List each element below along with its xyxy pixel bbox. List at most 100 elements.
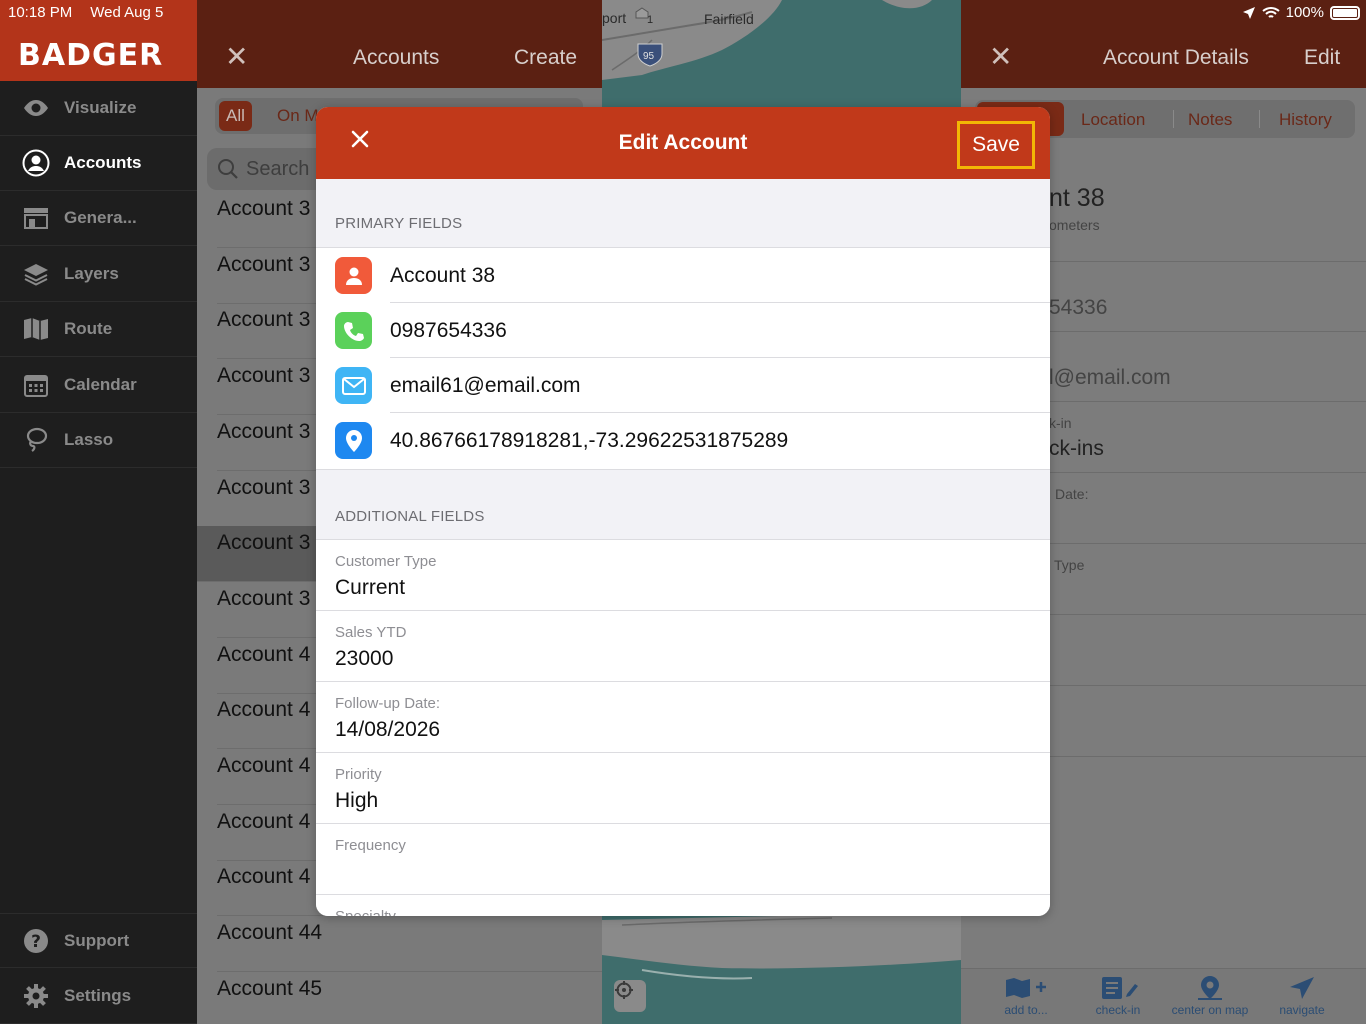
account-list-item-label: Account 3 bbox=[217, 420, 311, 443]
sidebar-item-label: Genera... bbox=[64, 208, 137, 227]
details-title: Account Details bbox=[1103, 46, 1249, 69]
details-toolbar: add to... check-in center on map navigat… bbox=[961, 968, 1366, 1024]
account-list-item-label: Account 4 bbox=[217, 810, 311, 833]
sidebar-item-label: Calendar bbox=[64, 375, 137, 394]
center-on-map-label: center on map bbox=[1171, 1003, 1249, 1017]
map-icon bbox=[21, 314, 51, 344]
locate-button[interactable] bbox=[614, 980, 646, 1012]
status-date: Wed Aug 5 bbox=[90, 4, 164, 21]
location-pin-icon bbox=[335, 422, 372, 459]
storefront-icon bbox=[21, 203, 51, 233]
account-list-item-label: Account 3 bbox=[217, 197, 311, 220]
center-on-map-button[interactable]: center on map bbox=[1165, 975, 1255, 1017]
create-button[interactable]: Create bbox=[514, 46, 577, 70]
navigate-arrow-icon bbox=[1290, 977, 1314, 999]
field-label: Follow-up Date: bbox=[335, 695, 441, 712]
phone-icon bbox=[335, 312, 372, 349]
note-pencil-icon bbox=[1102, 977, 1138, 999]
field-value: 14/08/2026 bbox=[335, 718, 441, 741]
account-list-item-label: Account 44 bbox=[217, 921, 323, 944]
check-in-button[interactable]: check-in bbox=[1073, 975, 1163, 1017]
phone-field[interactable]: 0987654336 bbox=[316, 303, 1050, 358]
search-icon bbox=[217, 158, 239, 185]
sidebar-item-general[interactable]: Genera... bbox=[0, 191, 197, 246]
status-indicators: 100% bbox=[1242, 4, 1360, 21]
account-list-item-label: Account 4 bbox=[217, 865, 311, 888]
field-value: 23000 bbox=[335, 647, 394, 670]
accounts-title: Accounts bbox=[353, 46, 440, 69]
account-list-item[interactable]: Account 45 bbox=[217, 972, 602, 1024]
account-list-item-label: Account 3 bbox=[217, 531, 311, 554]
tab-notes[interactable]: Notes bbox=[1188, 110, 1232, 130]
brand-bar: 10:18 PM Wed Aug 5 BADGER bbox=[0, 0, 197, 81]
question-icon: ? bbox=[21, 926, 51, 956]
search-placeholder: Search bbox=[246, 158, 310, 180]
frequency-field[interactable]: Frequency bbox=[316, 824, 1050, 895]
date-label: Date: bbox=[1055, 486, 1089, 502]
sidebar-item-route[interactable]: Route bbox=[0, 302, 197, 357]
accounts-header: ✕ Accounts Create bbox=[197, 0, 602, 88]
account-email: l@email.com bbox=[1049, 366, 1171, 389]
map-label: port bbox=[602, 10, 627, 26]
sidebar-item-visualize[interactable]: Visualize bbox=[0, 81, 197, 136]
follow-up-date-field[interactable]: Follow-up Date: 14/08/2026 bbox=[316, 682, 1050, 753]
modal-title: Edit Account bbox=[618, 131, 748, 154]
filter-all-button[interactable]: All bbox=[219, 101, 252, 131]
map-plus-icon bbox=[1006, 978, 1046, 998]
field-label: Customer Type bbox=[335, 553, 437, 570]
field-label: Specialty bbox=[335, 908, 396, 916]
map-label: Fairfield bbox=[704, 11, 754, 27]
sidebar-item-label: Support bbox=[64, 930, 130, 950]
sidebar-item-support[interactable]: ? Support bbox=[0, 913, 197, 968]
customer-type-field[interactable]: Customer Type Current bbox=[316, 540, 1050, 611]
field-label: Sales YTD bbox=[335, 624, 407, 641]
account-list-item-label: Account 3 bbox=[217, 476, 311, 499]
account-list-item-label: Account 3 bbox=[217, 364, 311, 387]
field-value: High bbox=[335, 789, 379, 812]
filter-on-map-button[interactable]: On M bbox=[277, 106, 319, 126]
location-field[interactable]: 40.86766178918281,-73.29622531875289 bbox=[316, 413, 1050, 468]
map-route-shield: 1 bbox=[647, 14, 654, 26]
email-field[interactable]: email61@email.com bbox=[316, 358, 1050, 413]
account-phone: 54336 bbox=[1049, 296, 1108, 319]
specialty-field[interactable]: Specialty bbox=[316, 895, 1050, 916]
sidebar: 10:18 PM Wed Aug 5 BADGER Visualize Accou… bbox=[0, 0, 197, 1024]
close-icon[interactable]: ✕ bbox=[225, 40, 248, 73]
navigate-label: navigate bbox=[1279, 1003, 1325, 1017]
contact-icon bbox=[335, 257, 372, 294]
sidebar-item-calendar[interactable]: Calendar bbox=[0, 358, 197, 413]
check-in-label: check-in bbox=[1095, 1003, 1141, 1017]
account-list-item[interactable]: Account 44 bbox=[217, 916, 602, 972]
lasso-icon bbox=[21, 425, 51, 455]
tab-history[interactable]: History bbox=[1279, 110, 1332, 130]
tab-location[interactable]: Location bbox=[1081, 110, 1145, 130]
sidebar-item-layers[interactable]: Layers bbox=[0, 247, 197, 302]
sidebar-item-settings[interactable]: Settings bbox=[0, 969, 197, 1024]
navigate-button[interactable]: navigate bbox=[1257, 975, 1347, 1017]
account-name-field[interactable]: Account 38 bbox=[316, 248, 1050, 303]
account-list-item-label: Account 4 bbox=[217, 643, 311, 666]
sidebar-item-lasso[interactable]: Lasso bbox=[0, 413, 197, 468]
primary-fields-group: Account 38 0987654336 email61@email.com … bbox=[316, 247, 1050, 470]
save-button[interactable]: Save bbox=[957, 121, 1035, 169]
priority-field[interactable]: Priority High bbox=[316, 753, 1050, 824]
edit-account-modal: Edit Account Save PRIMARY FIELDS Account… bbox=[316, 107, 1050, 916]
crosshair-icon bbox=[615, 981, 633, 999]
battery-percent: 100% bbox=[1285, 4, 1324, 21]
layers-icon bbox=[21, 259, 51, 289]
phone-value: 0987654336 bbox=[390, 319, 507, 342]
field-label: Priority bbox=[335, 766, 382, 783]
modal-header: Edit Account Save bbox=[316, 107, 1050, 179]
edit-button[interactable]: Edit bbox=[1304, 46, 1340, 70]
add-to-label: add to... bbox=[1004, 1003, 1048, 1017]
sidebar-item-accounts[interactable]: Accounts bbox=[0, 136, 197, 191]
location-arrow-icon bbox=[1242, 6, 1255, 19]
sales-ytd-field[interactable]: Sales YTD 23000 bbox=[316, 611, 1050, 682]
account-list-item-label: Account 3 bbox=[217, 308, 311, 331]
battery-icon bbox=[1330, 5, 1360, 20]
account-list-item-label: Account 4 bbox=[217, 698, 311, 721]
additional-fields-header: ADDITIONAL FIELDS bbox=[335, 508, 485, 525]
add-to-button[interactable]: add to... bbox=[981, 975, 1071, 1017]
details-header: 100% ✕ Account Details Edit bbox=[961, 0, 1366, 88]
close-icon[interactable]: ✕ bbox=[989, 40, 1012, 73]
